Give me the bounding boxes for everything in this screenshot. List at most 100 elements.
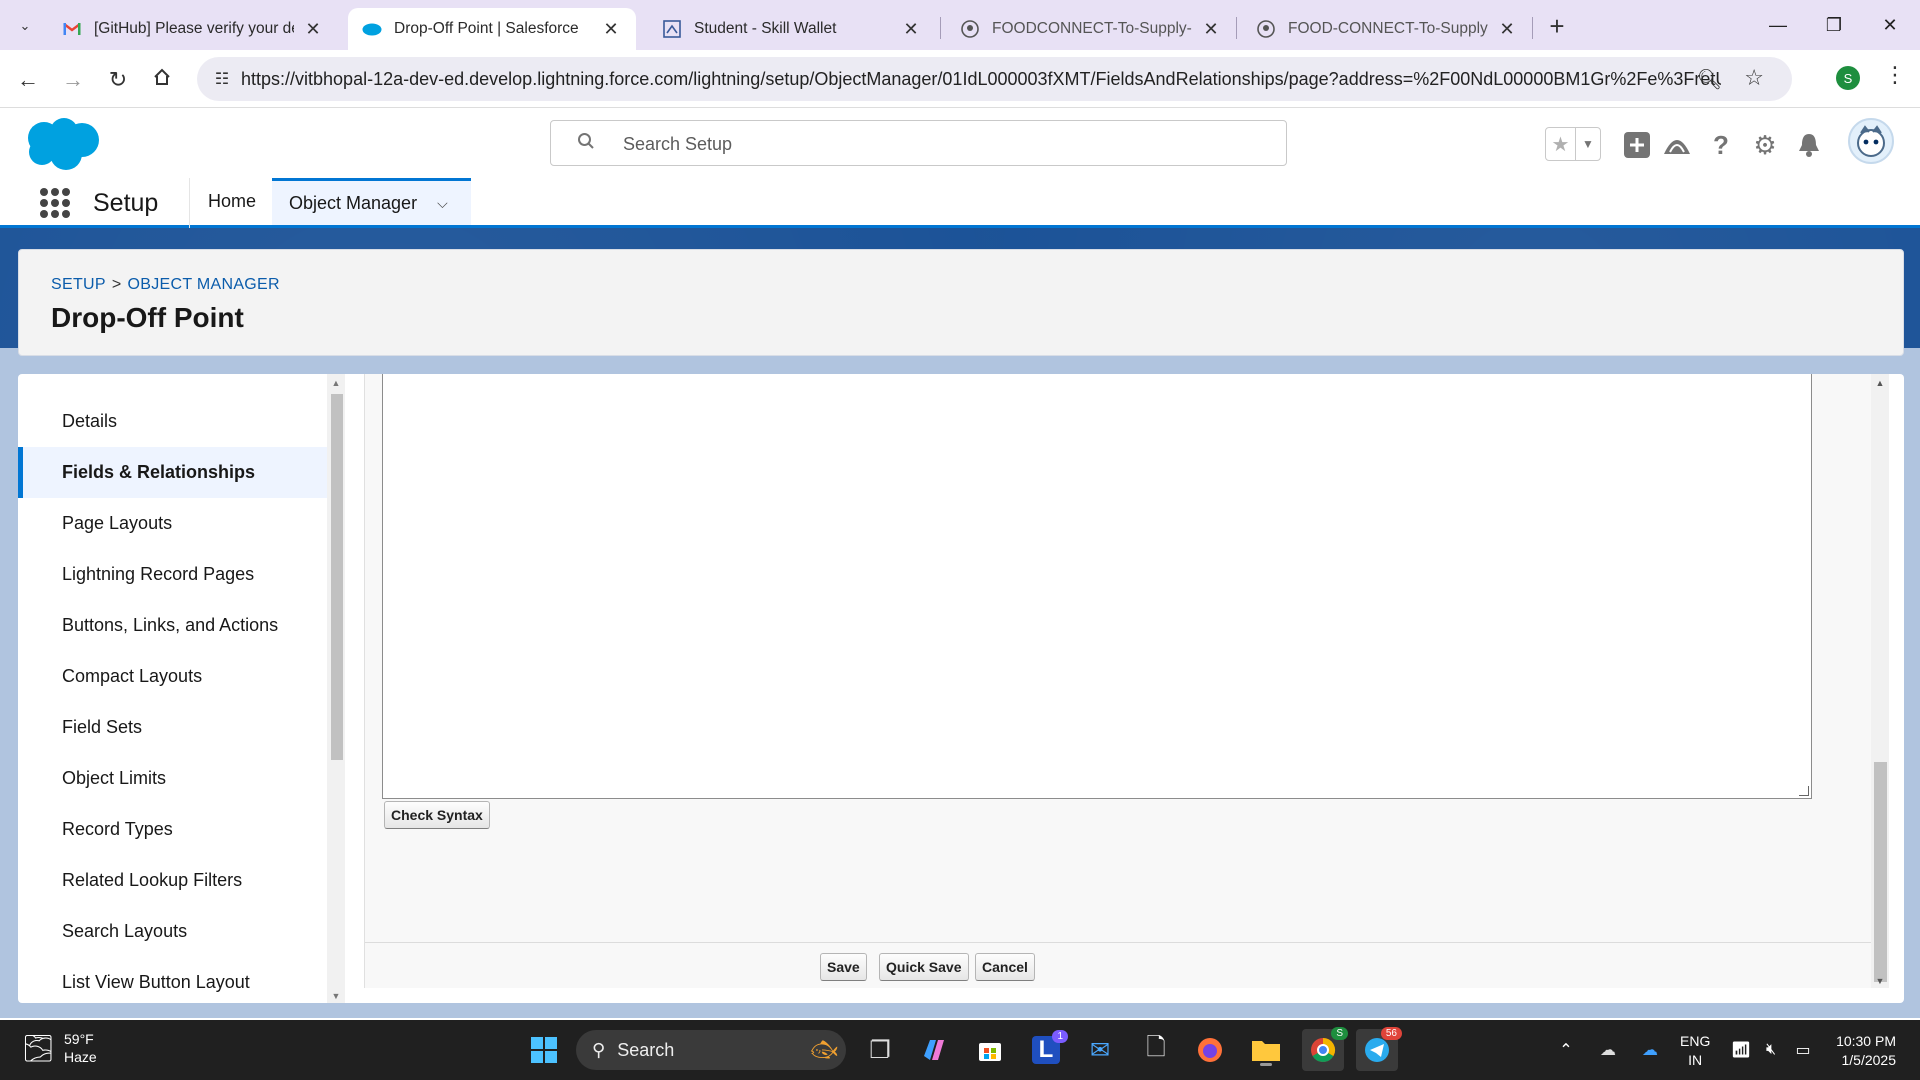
sidebar-item-buttons-links-actions[interactable]: Buttons, Links, and Actions <box>18 600 327 651</box>
taskbar-search[interactable]: ⚲ Search 🐟︎ <box>576 1030 846 1070</box>
url-text[interactable]: https://vitbhopal-12a-dev-ed.develop.lig… <box>241 69 1721 90</box>
notifications-button[interactable] <box>1792 128 1826 162</box>
reload-button[interactable]: ↻ <box>102 64 134 96</box>
file-explorer-button[interactable] <box>1248 1032 1284 1068</box>
telegram-button[interactable]: 56 <box>1356 1027 1402 1071</box>
new-tab-button[interactable]: + <box>1543 11 1571 41</box>
notepad-button[interactable]: 🗋︎ <box>1138 1032 1174 1068</box>
sidebar-item-field-sets[interactable]: Field Sets <box>18 702 327 753</box>
breadcrumb-setup-link[interactable]: SETUP <box>51 276 106 293</box>
address-bar[interactable]: ☷ https://vitbhopal-12a-dev-ed.develop.l… <box>197 57 1792 101</box>
browser-tab-salesforce[interactable]: Drop-Off Point | Salesforce ✕ <box>348 8 636 50</box>
user-avatar[interactable] <box>1848 118 1894 164</box>
check-syntax-button[interactable]: Check Syntax <box>384 801 490 829</box>
onedrive-business-button[interactable]: ☁ <box>1636 1020 1664 1080</box>
close-tab-icon[interactable]: ✕ <box>1200 18 1222 40</box>
salesforce-logo[interactable] <box>20 116 104 177</box>
zoom-icon[interactable]: 🔍︎ <box>1697 67 1722 92</box>
system-clock[interactable]: 10:30 PM 1/5/2025 <box>1826 1032 1896 1070</box>
astro-avatar-icon <box>1857 125 1885 157</box>
save-button[interactable]: Save <box>820 953 867 981</box>
close-tab-icon[interactable]: ✕ <box>600 18 622 40</box>
task-view-icon: ❐ <box>869 1036 891 1064</box>
sidebar-scroll-thumb[interactable] <box>331 394 343 760</box>
onedrive-personal-button[interactable]: ☁ <box>1594 1020 1622 1080</box>
help-button[interactable]: ? <box>1704 128 1738 162</box>
scroll-up-arrow-icon[interactable]: ▲ <box>331 378 341 388</box>
sidebar-item-list-view-button-layout[interactable]: List View Button Layout <box>18 957 327 1003</box>
browser-tab-skill-wallet[interactable]: Student - Skill Wallet ✕ <box>648 8 936 50</box>
browser-tab-gmail[interactable]: [GitHub] Please verify your devi ✕ <box>48 8 338 50</box>
sidebar-item-record-types[interactable]: Record Types <box>18 804 327 855</box>
browser-tab-github-1[interactable]: FOODCONNECT-To-Supply-Lef ✕ <box>946 8 1236 50</box>
profile-avatar[interactable]: S <box>1836 66 1860 90</box>
firefox-button[interactable] <box>1192 1032 1228 1068</box>
wifi-button[interactable]: 📶︎ <box>1728 1020 1754 1080</box>
firefox-icon <box>1198 1038 1222 1062</box>
home-button[interactable] <box>146 64 178 96</box>
volume-button[interactable]: 🔇︎ <box>1758 1020 1784 1080</box>
show-hidden-icons-button[interactable]: ⌃ <box>1555 1020 1577 1080</box>
sidebar-item-object-limits[interactable]: Object Limits <box>18 753 327 804</box>
back-button[interactable]: ← <box>12 64 44 96</box>
sidebar-item-page-layouts[interactable]: Page Layouts <box>18 498 327 549</box>
cancel-button[interactable]: Cancel <box>975 953 1035 981</box>
github-icon <box>960 19 980 39</box>
input-language-indicator[interactable]: ENG IN <box>1680 1032 1710 1070</box>
setup-search-input[interactable]: Search Setup <box>550 120 1287 166</box>
setup-gear-button[interactable]: ⚙ <box>1748 128 1782 162</box>
quick-save-button[interactable]: Quick Save <box>879 953 969 981</box>
sidebar-item-lightning-record-pages[interactable]: Lightning Record Pages <box>18 549 327 600</box>
sidebar-item-label: Record Types <box>62 819 173 839</box>
main-scrollbar[interactable]: ▲ ▼ <box>1871 374 1889 988</box>
bing-highlight-icon: 🐟︎ <box>810 1037 838 1062</box>
browser-tab-github-2[interactable]: FOOD-CONNECT-To-Supply-Le ✕ <box>1242 8 1532 50</box>
sidebar-item-details[interactable]: Details <box>18 396 327 447</box>
main-content: Check Syntax Save Quick Save Cancel ▲ ▼ <box>345 374 1904 1003</box>
minimize-button[interactable]: — <box>1750 0 1806 50</box>
scroll-down-arrow-icon[interactable]: ▼ <box>331 991 341 1001</box>
microsoft-store-button[interactable] <box>972 1032 1008 1068</box>
breadcrumb-object-manager-link[interactable]: OBJECT MANAGER <box>128 276 280 293</box>
scroll-up-arrow-icon[interactable]: ▲ <box>1874 378 1886 388</box>
copilot-button[interactable] <box>916 1032 952 1068</box>
cloud-icon: ☁ <box>1600 1042 1616 1059</box>
close-window-button[interactable]: ✕ <box>1862 0 1918 50</box>
sidebar-item-compact-layouts[interactable]: Compact Layouts <box>18 651 327 702</box>
favorites-dropdown-icon[interactable]: ▼ <box>1576 128 1600 160</box>
tab-title: Drop-Off Point | Salesforce <box>394 20 579 37</box>
sidebar-item-related-lookup-filters[interactable]: Related Lookup Filters <box>18 855 327 906</box>
site-info-icon[interactable]: ☷ <box>211 68 233 90</box>
weather-widget[interactable]: 🌫︎ 59°F Haze <box>22 1030 97 1066</box>
close-tab-icon[interactable]: ✕ <box>302 18 324 40</box>
app-launcher-icon[interactable] <box>40 188 70 218</box>
close-tab-icon[interactable]: ✕ <box>1496 18 1518 40</box>
favorites-button-group[interactable]: ★ ▼ <box>1545 127 1601 161</box>
chrome-button[interactable]: S <box>1302 1027 1348 1071</box>
start-button[interactable] <box>526 1032 562 1068</box>
chevron-down-icon[interactable]: ⌵ <box>437 195 448 212</box>
scroll-down-arrow-icon[interactable]: ▼ <box>1874 976 1886 986</box>
nav-tab-object-manager[interactable]: Object Manager ⌵ <box>272 178 471 225</box>
restore-button[interactable]: ❐ <box>1806 0 1862 50</box>
forward-button[interactable]: → <box>57 64 89 96</box>
nav-tab-home[interactable]: Home <box>190 178 274 225</box>
mail-button[interactable]: ✉ <box>1082 1032 1118 1068</box>
trailhead-guidance-button[interactable] <box>1660 128 1694 162</box>
sidebar-scrollbar[interactable]: ▲ ▼ <box>327 374 345 1003</box>
browser-menu-icon[interactable]: ⋮ <box>1884 62 1906 88</box>
battery-button[interactable]: ▭ <box>1790 1020 1816 1080</box>
github-icon <box>1256 19 1276 39</box>
close-tab-icon[interactable]: ✕ <box>900 18 922 40</box>
favorites-star-icon[interactable]: ★ <box>1546 128 1576 160</box>
bookmark-star-icon[interactable]: ☆ <box>1744 65 1764 91</box>
resize-handle-icon[interactable] <box>1799 786 1809 796</box>
app-l-button[interactable]: L 1 <box>1028 1030 1068 1068</box>
sidebar-item-fields-relationships[interactable]: Fields & Relationships <box>18 447 327 498</box>
sidebar-item-search-layouts[interactable]: Search Layouts <box>18 906 327 957</box>
formula-textarea[interactable] <box>382 374 1812 799</box>
tab-search-button[interactable]: ⌄ <box>12 13 38 39</box>
main-scroll-thumb[interactable] <box>1874 762 1887 982</box>
global-actions-button[interactable] <box>1620 128 1654 162</box>
task-view-button[interactable]: ❐ <box>862 1032 898 1068</box>
